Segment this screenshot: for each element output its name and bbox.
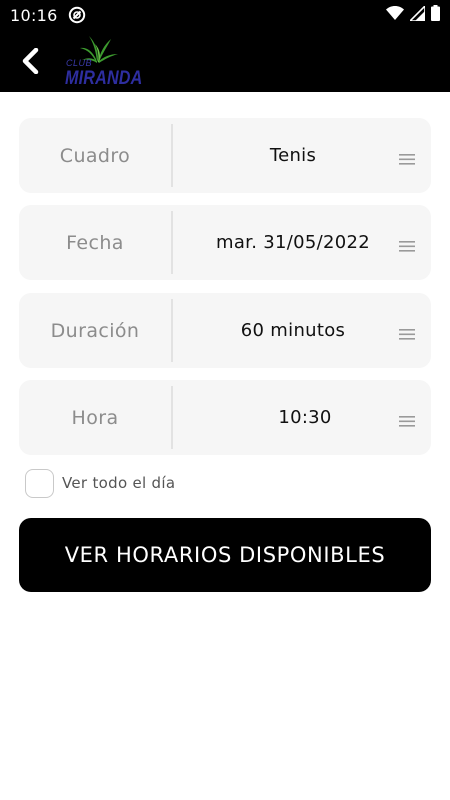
field-value: mar. 31/05/2022 — [215, 232, 370, 253]
view-available-times-button[interactable]: VER HORARIOS DISPONIBLES — [19, 518, 431, 592]
field-label: Duración — [50, 319, 140, 342]
field-duracion[interactable]: Duración 60 minutos — [19, 293, 431, 368]
all-day-checkbox[interactable] — [25, 468, 54, 498]
notification-icon — [68, 6, 86, 24]
menu-lines-icon — [399, 241, 415, 252]
field-label: Fecha — [66, 231, 124, 254]
chevron-left-icon — [22, 48, 39, 74]
club-logo: CLUB MIRANDA — [62, 32, 142, 90]
field-label: Cuadro — [59, 144, 131, 167]
field-value: Tenis — [269, 145, 317, 166]
wifi-icon — [386, 5, 404, 25]
status-icons — [386, 3, 440, 25]
menu-lines-icon — [399, 416, 415, 427]
field-cuadro[interactable]: Cuadro Tenis — [19, 118, 431, 193]
logo-brand-text: MIRANDA — [65, 68, 143, 89]
field-label: Hora — [71, 406, 119, 429]
menu-lines-icon — [399, 154, 415, 165]
field-value: 10:30 — [278, 407, 332, 428]
field-value: 60 minutos — [240, 320, 346, 341]
menu-lines-icon — [399, 329, 415, 340]
field-hora[interactable]: Hora 10:30 — [19, 380, 431, 455]
all-day-option: Ver todo el día — [25, 468, 175, 498]
all-day-label: Ver todo el día — [62, 474, 176, 492]
status-bar: 10:16 — [0, 0, 450, 30]
signal-icon — [408, 3, 426, 25]
logo-club-text: CLUB — [66, 58, 93, 68]
status-time: 10:16 — [10, 6, 58, 25]
app-bar: CLUB MIRANDA — [0, 30, 450, 92]
field-fecha[interactable]: Fecha mar. 31/05/2022 — [19, 205, 431, 280]
back-button[interactable] — [14, 44, 48, 78]
battery-icon — [431, 5, 440, 25]
